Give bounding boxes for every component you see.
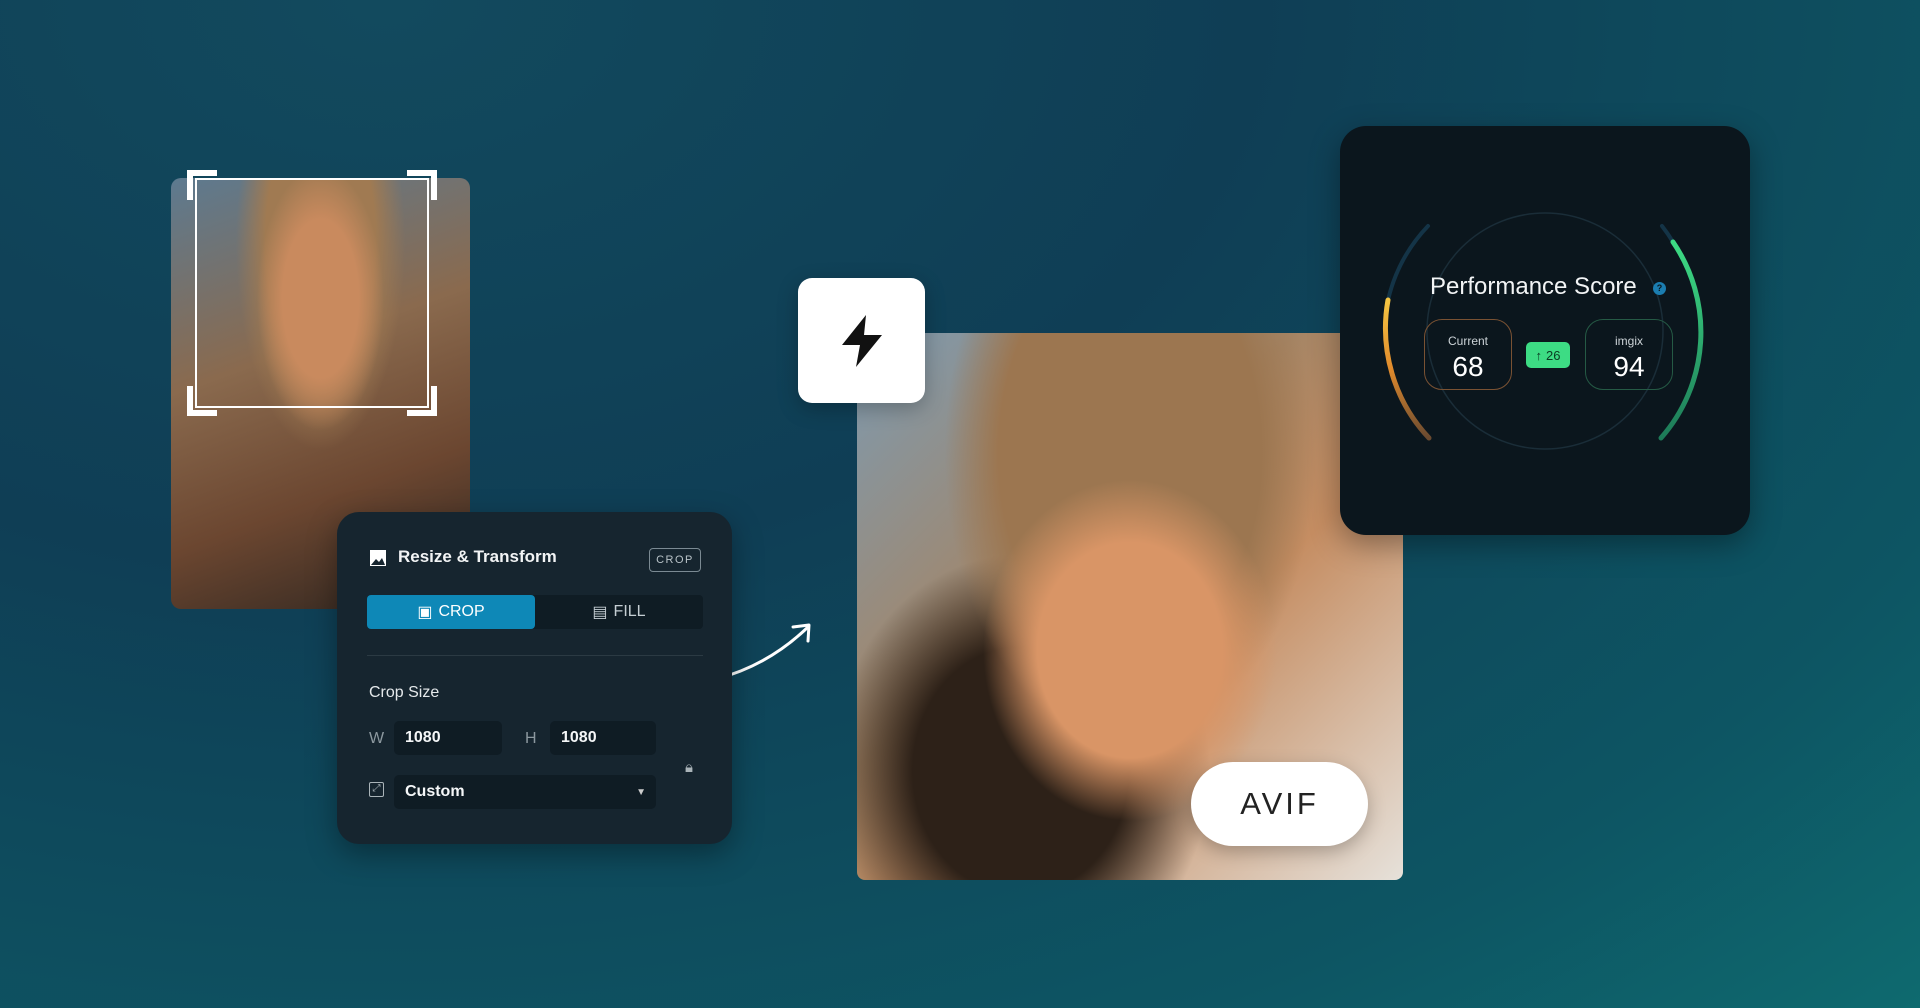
- imgix-score-box: imgix 94: [1585, 319, 1673, 390]
- delta-badge: ↑ 26: [1526, 342, 1570, 368]
- expand-icon: ⤢: [369, 782, 384, 797]
- preset-value: Custom: [405, 783, 465, 800]
- width-label: W: [369, 730, 385, 747]
- tab-crop[interactable]: ▣ CROP: [367, 595, 535, 629]
- panel-title: Resize & Transform: [398, 547, 557, 566]
- fill-icon: ▤: [592, 604, 608, 621]
- mode-toggle: ▣ CROP ▤ FILL: [367, 595, 703, 629]
- help-icon[interactable]: ?: [1653, 282, 1666, 295]
- tab-fill[interactable]: ▤ FILL: [535, 595, 703, 629]
- tab-fill-label: FILL: [613, 603, 646, 620]
- crop-size-label: Crop Size: [369, 684, 440, 701]
- imgix-value: 94: [1613, 351, 1645, 382]
- image-resize-icon: [370, 550, 386, 566]
- current-label: Current: [1447, 334, 1488, 348]
- crop-handle-br[interactable]: [407, 386, 437, 416]
- performance-score-card: Performance Score ? Current 68 ↑ 26 imgix…: [1340, 126, 1750, 535]
- format-badge: AVIF: [1191, 762, 1368, 846]
- height-label: H: [525, 730, 537, 747]
- arrow-up-icon: ↑: [1535, 347, 1543, 363]
- lightning-tile: [798, 278, 925, 403]
- current-score-box: Current 68: [1424, 319, 1512, 390]
- divider: [367, 655, 703, 656]
- lock-aspect-icon[interactable]: 🔒︎: [685, 759, 693, 776]
- resize-transform-panel: Resize & Transform CROP ▣ CROP ▤ FILL Crop…: [337, 512, 732, 844]
- delta-value: 26: [1546, 347, 1561, 363]
- preset-select[interactable]: Custom ▼: [394, 775, 656, 809]
- imgix-label: imgix: [1614, 334, 1643, 348]
- current-value: 68: [1452, 351, 1484, 382]
- tab-crop-label: CROP: [438, 603, 485, 620]
- crop-handle-bl[interactable]: [187, 386, 217, 416]
- crop-handle-tr[interactable]: [407, 170, 437, 200]
- score-gauge: [1382, 212, 1704, 450]
- performance-title: Performance Score: [1430, 273, 1637, 300]
- mode-badge: CROP: [649, 548, 701, 572]
- chevron-down-icon: ▼: [636, 786, 646, 798]
- lightning-icon: [841, 314, 882, 367]
- crop-icon: ▣: [417, 604, 433, 621]
- width-input[interactable]: 1080: [394, 721, 502, 755]
- crop-handle-tl[interactable]: [187, 170, 217, 200]
- height-input[interactable]: 1080: [550, 721, 656, 755]
- crop-frame[interactable]: [187, 170, 437, 416]
